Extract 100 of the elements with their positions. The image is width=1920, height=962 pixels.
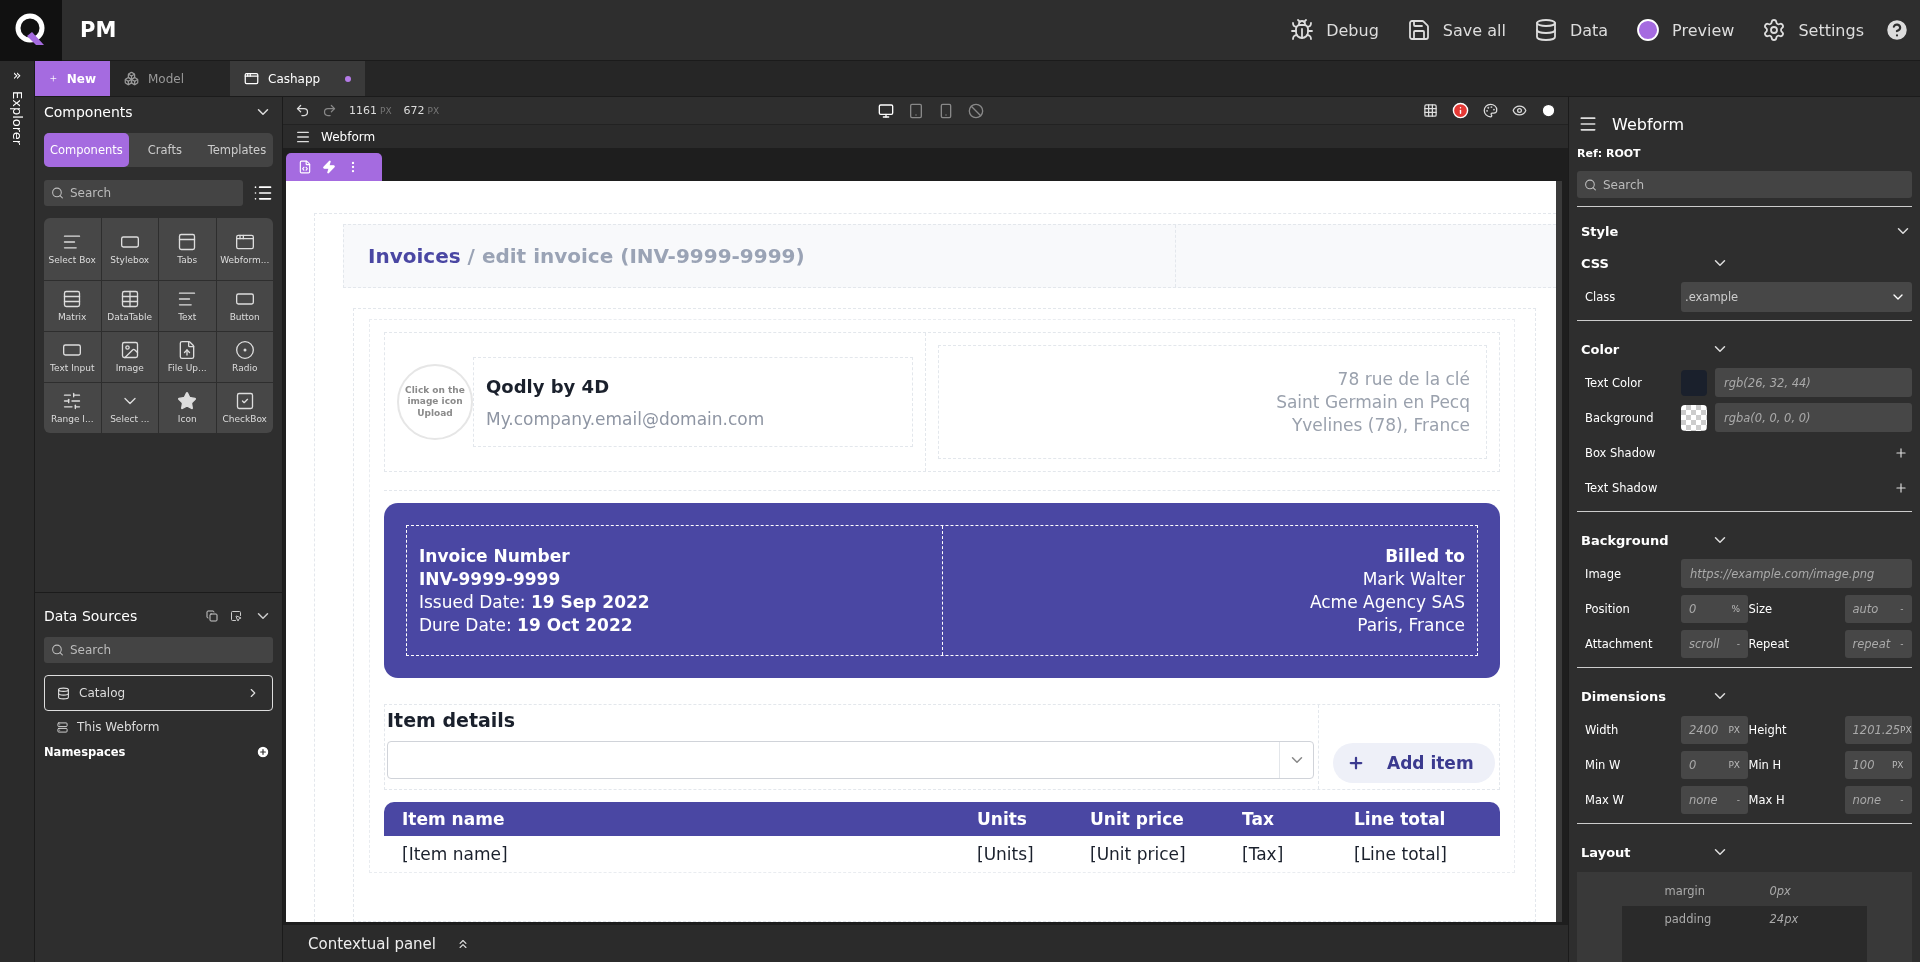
- palette-icon[interactable]: [1483, 103, 1498, 118]
- disabled-icon: [968, 102, 985, 119]
- property-field[interactable]: none -: [1844, 785, 1912, 814]
- component-tile[interactable]: CheckBox: [216, 383, 273, 433]
- copy-icon[interactable]: [206, 610, 218, 622]
- add-icon[interactable]: [256, 745, 270, 759]
- property-field[interactable]: 100 PX: [1844, 750, 1912, 779]
- image-icon: [119, 339, 140, 360]
- property-field[interactable]: 1201.25PX: [1844, 715, 1912, 744]
- property-field[interactable]: 2400 PX: [1681, 715, 1748, 744]
- plus-icon: [1347, 754, 1365, 772]
- search-field[interactable]: Search: [1577, 171, 1912, 198]
- model-icon: [124, 71, 139, 86]
- undo-icon[interactable]: [295, 103, 310, 118]
- add-item-button[interactable]: Add item: [1333, 743, 1495, 783]
- component-tile[interactable]: Button: [216, 281, 273, 331]
- table-cell-text: [Line total]: [1354, 844, 1448, 864]
- color-swatch[interactable]: [1681, 404, 1707, 431]
- padding-label: padding: [1664, 912, 1713, 926]
- component-tile[interactable]: Image: [101, 332, 158, 382]
- padding-value: 24px: [1769, 912, 1799, 926]
- component-tile[interactable]: Icon: [159, 383, 216, 433]
- toolbar-action[interactable]: Debug: [1276, 10, 1393, 50]
- section-title: Background: [1581, 532, 1670, 548]
- section-title: Layout: [1581, 844, 1632, 860]
- search-icon: [51, 643, 64, 657]
- margin-label: margin: [1664, 884, 1707, 898]
- component-tile[interactable]: Text: [159, 281, 216, 331]
- pointer-icon[interactable]: [230, 610, 242, 622]
- search-field[interactable]: Search: [44, 637, 273, 663]
- color-field[interactable]: rgb(26, 32, 44): [1715, 368, 1912, 397]
- segment-tab[interactable]: Templates: [200, 133, 273, 167]
- property-label: Min W: [1585, 757, 1622, 772]
- component-tile[interactable]: File Up...: [159, 332, 216, 382]
- property-label: Repeat: [1748, 636, 1790, 651]
- toolbar-action[interactable]: Settings: [1748, 10, 1878, 50]
- image-url-field[interactable]: https://example.com/image.png: [1681, 559, 1912, 588]
- column-header: Units: [977, 809, 1028, 829]
- component-tile[interactable]: Webform...: [216, 218, 273, 280]
- margin-value: 0px: [1769, 884, 1791, 898]
- component-tile[interactable]: Matrix: [44, 281, 101, 331]
- component-tile[interactable]: DataTable: [101, 281, 158, 331]
- component-tile[interactable]: Radio: [216, 332, 273, 382]
- breadcrumb-label: Webform: [321, 129, 376, 144]
- toolbar-action[interactable]: Preview: [1622, 10, 1749, 50]
- color-field[interactable]: rgba(0, 0, 0, 0): [1715, 403, 1912, 432]
- device-button[interactable]: [878, 102, 895, 119]
- invoice-info: Issued Date: 19 Sep 2022: [419, 592, 650, 612]
- component-tile[interactable]: Select ...: [101, 383, 158, 433]
- help-icon: [1884, 17, 1910, 43]
- class-select[interactable]: .example: [1681, 281, 1912, 312]
- company-name: Qodly by 4D: [486, 375, 611, 397]
- lightning-icon[interactable]: [322, 160, 336, 174]
- component-tile[interactable]: Select Box: [44, 218, 101, 280]
- width-value: 1161: [349, 104, 377, 117]
- component-tile[interactable]: Tabs: [159, 218, 216, 280]
- toolbar-action[interactable]: Data: [1519, 10, 1623, 50]
- logo-hint: Click on the: [405, 385, 465, 397]
- column-header: Item name: [402, 809, 506, 829]
- billing-info: Paris, France: [1357, 615, 1465, 635]
- property-label: Min H: [1748, 757, 1783, 772]
- breadcrumb-link[interactable]: Invoices: [368, 244, 461, 268]
- search-field[interactable]: Search: [44, 180, 243, 206]
- grid-icon[interactable]: [1423, 103, 1438, 118]
- segment-tab[interactable]: Crafts: [128, 133, 201, 167]
- expand-toggle[interactable]: »: [12, 67, 22, 83]
- property-field[interactable]: scroll -: [1681, 629, 1748, 658]
- editor-tab[interactable]: New: [35, 61, 110, 96]
- property-field[interactable]: 0 %: [1681, 594, 1748, 623]
- data-source-item[interactable]: Catalog: [44, 675, 273, 711]
- editor-tab[interactable]: Cashapp: [230, 61, 365, 96]
- property-field[interactable]: auto -: [1844, 594, 1912, 623]
- section-title: CSS: [1581, 255, 1610, 271]
- column-header: Line total: [1354, 809, 1447, 829]
- eye-icon[interactable]: [1512, 103, 1527, 118]
- radio-icon: [234, 339, 255, 360]
- property-label: Attachment: [1585, 636, 1654, 651]
- logo-placeholder[interactable]: Click on the image icon Upload: [397, 364, 473, 440]
- data-source-item[interactable]: This Webform: [44, 715, 273, 739]
- component-tile[interactable]: Range I...: [44, 383, 101, 433]
- menu-icon[interactable]: [1578, 114, 1598, 134]
- list-view-icon[interactable]: [253, 183, 273, 203]
- invoice-info: Dure Date: 19 Oct 2022: [419, 615, 633, 635]
- component-tile[interactable]: Text Input: [44, 332, 101, 382]
- info-icon[interactable]: [1452, 102, 1469, 119]
- explorer-tab[interactable]: Explorer: [9, 91, 25, 146]
- redo-icon[interactable]: [322, 103, 337, 118]
- property-field[interactable]: none -: [1681, 785, 1748, 814]
- property-field[interactable]: 0 PX: [1681, 750, 1748, 779]
- component-tile[interactable]: Stylebox: [101, 218, 158, 280]
- table-cell-text: [Tax]: [1242, 844, 1285, 864]
- segment-tab[interactable]: Components: [44, 133, 129, 167]
- checkbox-icon: [234, 390, 255, 411]
- property-field[interactable]: repeat -: [1844, 629, 1912, 658]
- section-title: Dimensions: [1581, 688, 1667, 704]
- section-title: Data Sources: [44, 608, 138, 624]
- css-icon[interactable]: [298, 160, 312, 174]
- matrix-icon: [62, 288, 83, 309]
- unit-label: PX: [380, 105, 392, 116]
- toolbar-action[interactable]: Save all: [1392, 10, 1520, 50]
